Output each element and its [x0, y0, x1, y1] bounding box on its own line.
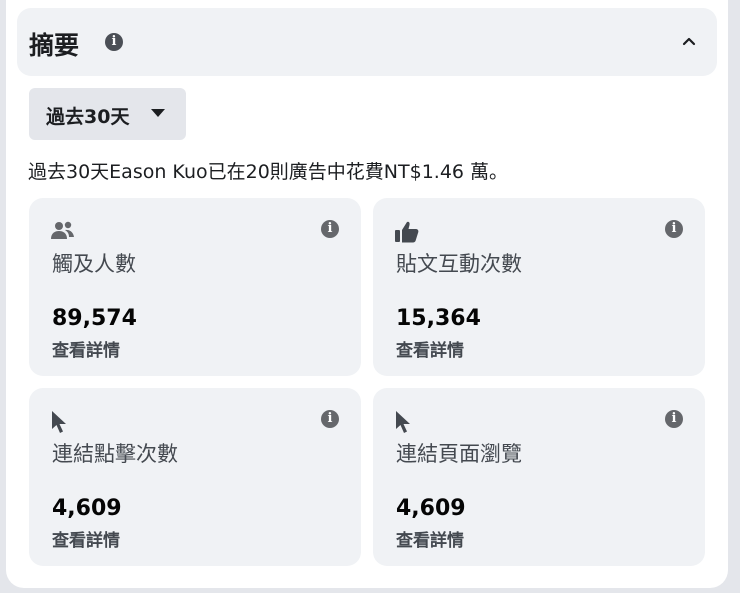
metric-value: 15,364: [396, 306, 481, 331]
view-details-link[interactable]: 查看詳情: [52, 526, 120, 551]
metric-label: 觸及人數: [52, 252, 136, 276]
summary-card: 摘要 i 過去30天 過去30天Eason Kuo已在20則廣告中花費NT$1.…: [6, 0, 728, 588]
view-details-link[interactable]: 查看詳情: [52, 336, 120, 361]
view-details-link[interactable]: 查看詳情: [396, 336, 464, 361]
info-icon[interactable]: i: [665, 220, 683, 238]
spend-summary: 過去30天Eason Kuo已在20則廣告中花費NT$1.46 萬。: [28, 161, 509, 183]
cursor-icon: [396, 411, 410, 433]
thumbs-up-icon: [395, 221, 419, 243]
metric-label: 連結點擊次數: [52, 442, 178, 466]
metric-tile-reach: i 觸及人數 89,574 查看詳情: [29, 198, 361, 376]
metric-value: 89,574: [52, 306, 137, 331]
info-icon[interactable]: i: [105, 33, 123, 51]
metric-value: 4,609: [52, 496, 122, 521]
people-icon: [51, 221, 74, 239]
date-range-label: 過去30天: [46, 106, 130, 128]
info-icon[interactable]: i: [665, 410, 683, 428]
info-icon[interactable]: i: [321, 220, 339, 238]
chevron-up-icon: [682, 37, 696, 46]
cursor-icon: [52, 411, 66, 433]
date-range-dropdown[interactable]: 過去30天: [29, 88, 186, 140]
info-icon[interactable]: i: [321, 410, 339, 428]
metric-tile-landing-page-views: i 連結頁面瀏覽 4,609 查看詳情: [373, 388, 705, 566]
metric-label: 連結頁面瀏覽: [396, 442, 522, 466]
caret-down-icon: [151, 109, 165, 117]
summary-header[interactable]: 摘要 i: [17, 8, 717, 76]
metric-tile-link-clicks: i 連結點擊次數 4,609 查看詳情: [29, 388, 361, 566]
view-details-link[interactable]: 查看詳情: [396, 526, 464, 551]
metric-label: 貼文互動次數: [396, 252, 522, 276]
metric-tile-engagement: i 貼文互動次數 15,364 查看詳情: [373, 198, 705, 376]
metric-value: 4,609: [396, 496, 466, 521]
section-title: 摘要: [29, 31, 80, 60]
collapse-button[interactable]: [673, 26, 705, 58]
